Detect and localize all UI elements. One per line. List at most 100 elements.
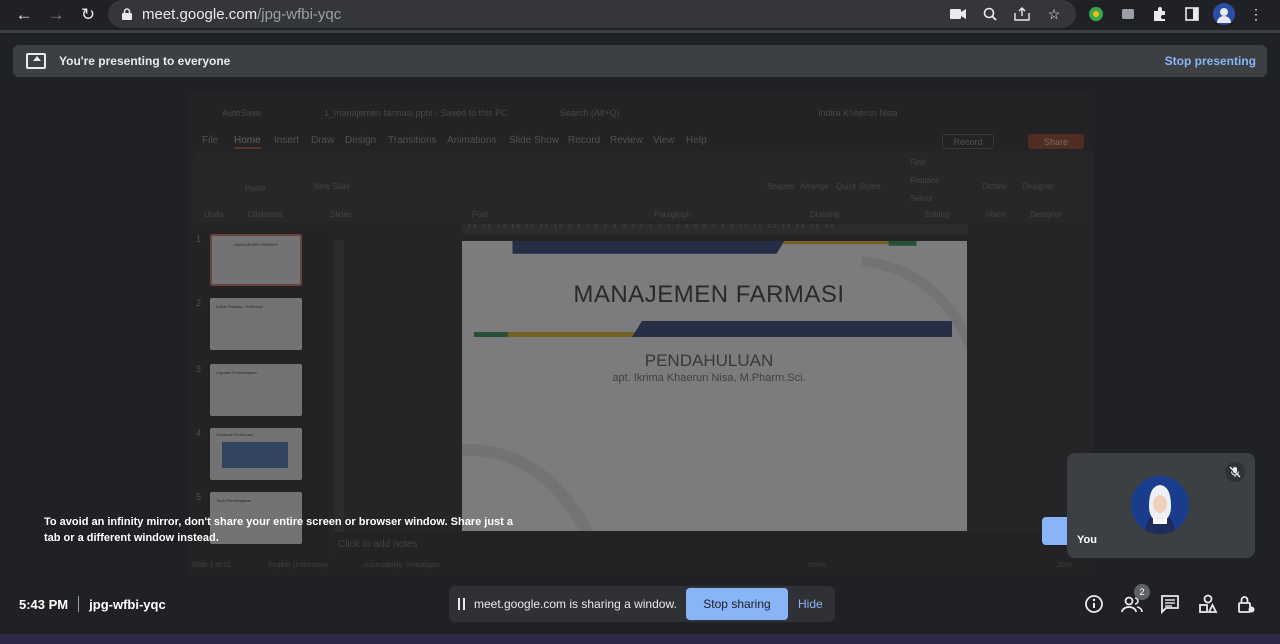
ppt-menu-record: Record — [568, 135, 601, 146]
toolbar-divider — [0, 30, 1280, 33]
ppt-share-label: Share — [1043, 136, 1069, 147]
extension-tab-icon[interactable] — [1116, 2, 1140, 26]
ppt-new-slide-label: New Slide — [314, 182, 351, 191]
stop-sharing-button[interactable]: Stop sharing — [686, 588, 788, 620]
ppt-menu-slideshow: Slide Show — [509, 135, 560, 146]
profile-avatar-icon[interactable] — [1212, 2, 1236, 26]
address-bar[interactable]: meet.google.com/jpg-wfbi-yqc ☆ — [108, 0, 1076, 28]
ppt-find-label: Find — [910, 158, 926, 167]
ppt-group-font: Font — [472, 210, 489, 219]
pause-icon[interactable] — [458, 598, 465, 610]
zoom-icon[interactable] — [978, 2, 1002, 26]
ppt-quick-styles-label: Quick Styles — [836, 182, 881, 191]
share-page-icon[interactable] — [1010, 2, 1034, 26]
bookmark-star-icon[interactable]: ☆ — [1042, 2, 1066, 26]
hide-button[interactable]: Hide — [798, 597, 823, 611]
slide-thumbnail: Distribusi Pertemuan — [210, 428, 302, 480]
status-accessibility: Accessibility: Investigate — [364, 562, 440, 569]
ppt-group-slides: Slides — [330, 210, 352, 219]
divider — [78, 596, 80, 612]
ppt-menu-file: File — [202, 135, 219, 146]
ppt-group-editing: Editing — [925, 210, 950, 219]
stop-presenting-button[interactable]: Stop presenting — [1165, 54, 1256, 68]
thumb-number: 4 — [196, 428, 202, 438]
thumb-number: 1 — [196, 234, 202, 244]
people-count-badge: 2 — [1134, 584, 1150, 600]
status-slide-count: Slide 1 of 31 — [192, 562, 231, 569]
user-avatar-image — [1131, 476, 1189, 534]
self-view-tile[interactable]: You — [1067, 453, 1255, 558]
hidden-button-edge[interactable] — [1042, 517, 1070, 545]
menu-kebab-icon[interactable]: ⋮ — [1244, 2, 1268, 26]
ppt-menu-insert: Insert — [274, 135, 300, 146]
slide-thumbnail: MANAJEMEN FARMASI — [210, 234, 302, 286]
shared-window-preview: AutoSave 1_manajemen farmasi.pptx - Save… — [188, 92, 1094, 576]
reload-icon[interactable]: ↻ — [72, 1, 104, 29]
ppt-group-drawing: Drawing — [810, 210, 840, 219]
slide-thumbnail: Capaian Pembelajaran — [210, 364, 302, 416]
camera-icon[interactable] — [946, 2, 970, 26]
lock-icon[interactable] — [120, 8, 134, 20]
forward-icon[interactable]: → — [40, 1, 72, 29]
ppt-ribbon: Paste New Slide Shapes Arrange Quick Sty… — [194, 152, 1088, 222]
thumb-number: 2 — [196, 298, 202, 308]
clock-time: 5:43 PM — [19, 596, 69, 612]
ppt-menu-home: Home — [234, 135, 261, 149]
ppt-user-name: Indira Khaerun Nisa — [818, 108, 898, 118]
side-panel-icon[interactable] — [1180, 2, 1204, 26]
extension-google-icon[interactable] — [1084, 2, 1108, 26]
meeting-details: 5:43 PM jpg-wfbi-yqc — [19, 596, 166, 612]
ppt-group-designer: Designer — [1030, 210, 1063, 219]
thumb-number: 3 — [196, 364, 202, 374]
mic-off-icon — [1225, 462, 1245, 482]
slide-thumbnail: Daftar Pustaka / Referensi — [210, 298, 302, 350]
slide-title: MANAJEMEN FARMASI — [573, 281, 845, 308]
url-text: meet.google.com/jpg-wfbi-yqc — [142, 6, 341, 23]
ppt-search: Search (Alt+Q) — [560, 108, 620, 118]
present-screen-icon — [26, 53, 46, 69]
puzzle-icon[interactable] — [1148, 2, 1172, 26]
host-controls-icon[interactable] — [1234, 592, 1258, 616]
meet-bottom-bar: 5:43 PM jpg-wfbi-yqc meet.google.com is … — [0, 580, 1280, 630]
avatar — [1131, 476, 1189, 534]
ppt-replace-label: Replace — [910, 176, 940, 185]
infinity-mirror-warning: To avoid an infinity mirror, don't share… — [44, 516, 513, 544]
chat-icon[interactable] — [1158, 592, 1182, 616]
thumb-title: Capaian Pembelajaran — [216, 370, 257, 375]
ppt-status-bar: Slide 1 of 31 English (Indonesia) Access… — [188, 558, 1094, 576]
status-notes: Notes — [808, 562, 827, 569]
ppt-menu-animations: Animations — [447, 135, 497, 146]
slide-subtitle: PENDAHULUAN — [644, 351, 774, 370]
ppt-group-paragraph: Paragraph — [654, 210, 692, 219]
people-icon[interactable]: 2 — [1120, 584, 1150, 616]
thumb-table — [222, 442, 288, 468]
ppt-group-voice: Voice — [986, 210, 1006, 219]
ppt-current-slide: MANAJEMEN FARMASI PENDAHULUAN apt. Ikrim… — [462, 241, 967, 531]
status-zoom: 50% — [1058, 562, 1073, 569]
ppt-menu-review: Review — [610, 135, 643, 146]
thumb-title: MANAJEMEN FARMASI — [234, 242, 278, 247]
thumb-title: Distribusi Pertemuan — [216, 432, 254, 437]
ppt-record-button: Record — [942, 134, 994, 149]
meet-screen: ← → ↻ meet.google.com/jpg-wfbi-yqc ☆ ⋮ Y… — [0, 0, 1280, 644]
ppt-shapes-label: Shapes — [767, 182, 795, 191]
presenting-banner: You're presenting to everyone Stop prese… — [13, 45, 1267, 77]
omnibox-actions: ☆ — [946, 0, 1066, 28]
os-taskbar — [0, 634, 1280, 644]
ppt-menu-transitions: Transitions — [388, 135, 437, 146]
ppt-arrange-label: Arrange — [800, 182, 829, 191]
ppt-record-label: Record — [953, 136, 983, 147]
status-language: English (Indonesia) — [268, 562, 328, 569]
ppt-select-label: Select — [910, 194, 933, 203]
info-icon[interactable] — [1082, 592, 1106, 616]
ppt-horizontal-ruler: 16 15 14 13 12 11 10 9 8 7 6 5 4 3 2 1 0… — [462, 224, 968, 234]
activities-icon[interactable] — [1196, 592, 1220, 616]
sharing-indicator: meet.google.com is sharing a window. Sto… — [449, 586, 835, 622]
back-icon[interactable]: ← — [8, 1, 40, 29]
thumb-title: Daftar Pustaka / Referensi — [216, 304, 263, 309]
meeting-code: jpg-wfbi-yqc — [89, 596, 166, 612]
thumb-title: Topik Pembelajaran — [216, 498, 252, 503]
presenting-message: You're presenting to everyone — [59, 54, 231, 68]
ppt-paste-label: Paste — [245, 184, 266, 193]
self-name: You — [1077, 534, 1097, 546]
